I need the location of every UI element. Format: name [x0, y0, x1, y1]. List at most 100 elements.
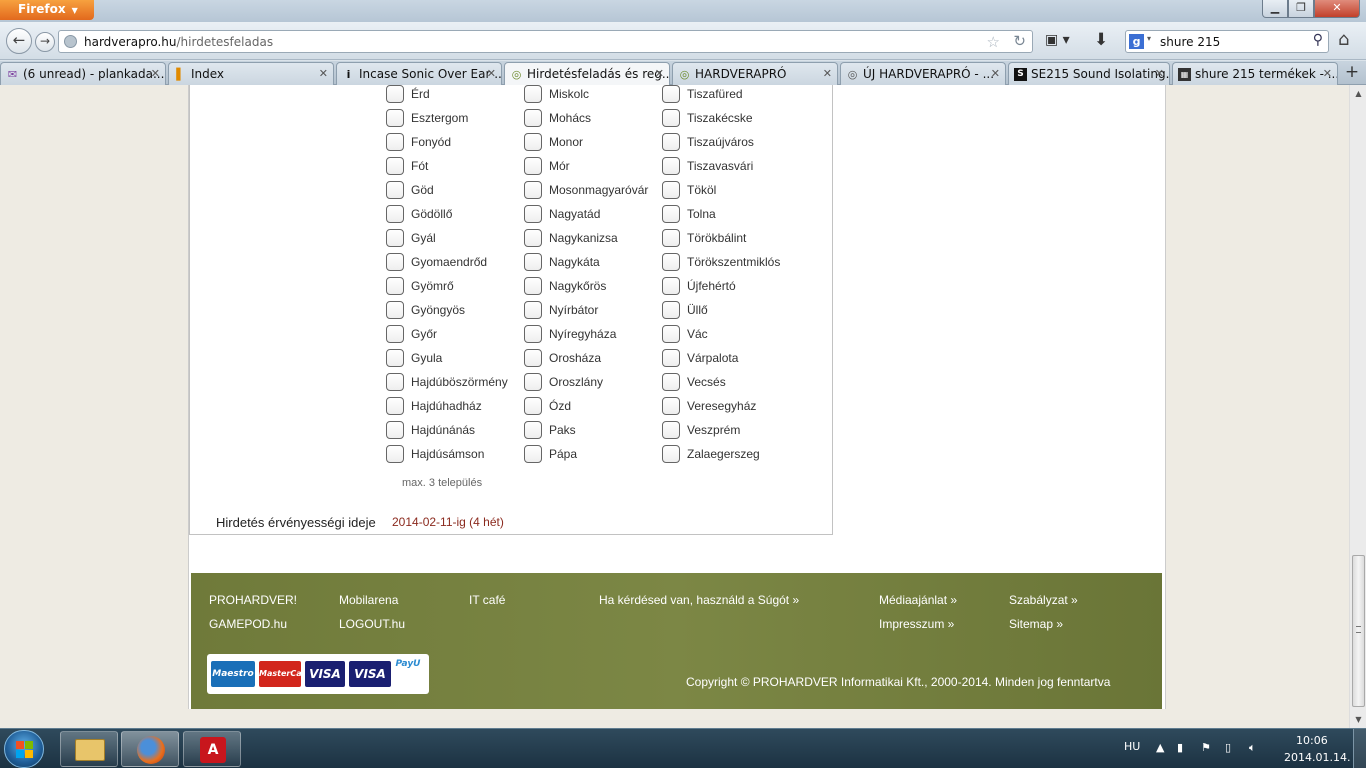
city-option[interactable]: Veszprém [662, 418, 740, 442]
taskbar-explorer[interactable] [60, 731, 118, 767]
home-icon[interactable]: ⌂ [1338, 29, 1349, 50]
tab-close-icon[interactable]: ✕ [655, 67, 664, 80]
city-option[interactable]: Mosonmagyaróvár [524, 178, 648, 202]
footer-link-gamepod[interactable]: GAMEPOD.hu [209, 617, 287, 631]
city-option[interactable]: Nagykáta [524, 250, 600, 274]
city-checkbox[interactable] [662, 349, 680, 367]
footer-link-rules[interactable]: Szabályzat » [1009, 593, 1078, 607]
clock-date[interactable]: 2014.01.14. [1284, 751, 1350, 764]
search-icon[interactable]: ⚲ [1313, 32, 1323, 48]
tab-close-icon[interactable]: ✕ [487, 67, 496, 80]
tab-gmail[interactable]: ✉ (6 unread) - plankada... ✕ [0, 62, 166, 85]
tab-close-icon[interactable]: ✕ [991, 67, 1000, 80]
city-checkbox[interactable] [524, 277, 542, 295]
city-checkbox[interactable] [662, 181, 680, 199]
forward-button[interactable]: → [35, 32, 55, 52]
tab-close-icon[interactable]: ✕ [1323, 67, 1332, 80]
city-option[interactable]: Orosháza [524, 346, 601, 370]
volume-icon[interactable]: 🔈︎ [1249, 741, 1256, 755]
city-option[interactable]: Zalaegerszeg [662, 442, 760, 466]
network-icon[interactable]: ▮ [1177, 741, 1183, 754]
city-option[interactable]: Üllő [662, 298, 708, 322]
city-option[interactable]: Törökszentmiklós [662, 250, 780, 274]
city-option[interactable]: Veresegyház [662, 394, 756, 418]
city-option[interactable]: Göd [386, 178, 434, 202]
city-option[interactable]: Vecsés [662, 370, 726, 394]
footer-link-media[interactable]: Médiaajánlat » [879, 593, 957, 607]
footer-link-logout[interactable]: LOGOUT.hu [339, 617, 405, 631]
city-option[interactable]: Hajdúsámson [386, 442, 484, 466]
city-option[interactable]: Nagyatád [524, 202, 600, 226]
city-checkbox[interactable] [524, 85, 542, 103]
bookmarks-menu-button[interactable]: ▣ ▾ [1045, 32, 1070, 48]
tab-se215[interactable]: S SE215 Sound Isolating... ✕ [1008, 62, 1170, 85]
city-checkbox[interactable] [662, 157, 680, 175]
url-text[interactable]: hardverapro.hu/hirdetesfeladas [84, 35, 273, 49]
city-option[interactable]: Ózd [524, 394, 571, 418]
city-option[interactable]: Tiszakécske [662, 106, 753, 130]
city-option[interactable]: Tiszafüred [662, 85, 743, 106]
city-option[interactable]: Hajdúhadház [386, 394, 482, 418]
firefox-menu-button[interactable]: Firefox ▼ [0, 0, 94, 20]
vertical-scrollbar[interactable]: ▲ ▼ [1349, 85, 1366, 728]
bookmark-star-icon[interactable]: ☆ [987, 33, 1000, 51]
footer-link-help[interactable]: Ha kérdésed van, használd a Súgót » [599, 593, 799, 607]
city-checkbox[interactable] [524, 205, 542, 223]
city-checkbox[interactable] [662, 397, 680, 415]
device-icon[interactable]: ▯ [1225, 741, 1231, 754]
tab-uj-hardverapro[interactable]: ◎ ÚJ HARDVERAPRÓ - ... ✕ [840, 62, 1006, 85]
city-option[interactable]: Mór [524, 154, 570, 178]
tab-close-icon[interactable]: ✕ [319, 67, 328, 80]
city-checkbox[interactable] [386, 133, 404, 151]
city-option[interactable]: Mohács [524, 106, 591, 130]
city-checkbox[interactable] [662, 109, 680, 127]
city-checkbox[interactable] [386, 445, 404, 463]
city-checkbox[interactable] [386, 301, 404, 319]
tab-hirdetesfeladas[interactable]: ◎ Hirdetésfeladás és reg... ✕ [504, 62, 670, 85]
city-checkbox[interactable] [386, 397, 404, 415]
city-checkbox[interactable] [524, 157, 542, 175]
city-checkbox[interactable] [524, 181, 542, 199]
city-checkbox[interactable] [524, 349, 542, 367]
city-option[interactable]: Tiszavasvári [662, 154, 753, 178]
city-option[interactable]: Esztergom [386, 106, 468, 130]
city-option[interactable]: Gödöllő [386, 202, 452, 226]
tab-close-icon[interactable]: ✕ [823, 67, 832, 80]
city-option[interactable]: Hajdúnánás [386, 418, 475, 442]
city-checkbox[interactable] [662, 85, 680, 103]
engine-dropdown-icon[interactable]: ▾ [1147, 34, 1151, 43]
city-option[interactable]: Tiszaújváros [662, 130, 754, 154]
maximize-button[interactable]: ❐ [1288, 0, 1314, 18]
city-option[interactable]: Tököl [662, 178, 716, 202]
city-option[interactable]: Újfehértó [662, 274, 736, 298]
city-checkbox[interactable] [386, 109, 404, 127]
city-checkbox[interactable] [386, 277, 404, 295]
city-option[interactable]: Gyömrő [386, 274, 454, 298]
city-option[interactable]: Fonyód [386, 130, 451, 154]
url-bar[interactable]: hardverapro.hu/hirdetesfeladas ☆ ↻ [58, 30, 1033, 53]
taskbar-firefox[interactable] [121, 731, 179, 767]
city-checkbox[interactable] [386, 85, 404, 103]
city-checkbox[interactable] [662, 325, 680, 343]
city-checkbox[interactable] [662, 301, 680, 319]
footer-link-itcafe[interactable]: IT café [469, 593, 505, 607]
footer-link-impresszum[interactable]: Impresszum » [879, 617, 954, 631]
city-checkbox[interactable] [662, 421, 680, 439]
city-option[interactable]: Érd [386, 85, 430, 106]
city-checkbox[interactable] [386, 157, 404, 175]
city-option[interactable]: Várpalota [662, 346, 738, 370]
city-checkbox[interactable] [386, 373, 404, 391]
city-checkbox[interactable] [662, 133, 680, 151]
city-checkbox[interactable] [524, 229, 542, 247]
city-checkbox[interactable] [662, 229, 680, 247]
close-window-button[interactable]: ✕ [1314, 0, 1360, 18]
city-option[interactable]: Oroszlány [524, 370, 603, 394]
scroll-thumb[interactable] [1352, 555, 1365, 707]
city-checkbox[interactable] [662, 205, 680, 223]
footer-link-prohardver[interactable]: PROHARDVER! [209, 593, 297, 607]
tab-close-icon[interactable]: ✕ [151, 67, 160, 80]
city-checkbox[interactable] [524, 421, 542, 439]
footer-link-sitemap[interactable]: Sitemap » [1009, 617, 1063, 631]
clock-time[interactable]: 10:06 [1296, 734, 1328, 747]
show-desktop-button[interactable] [1353, 729, 1366, 768]
